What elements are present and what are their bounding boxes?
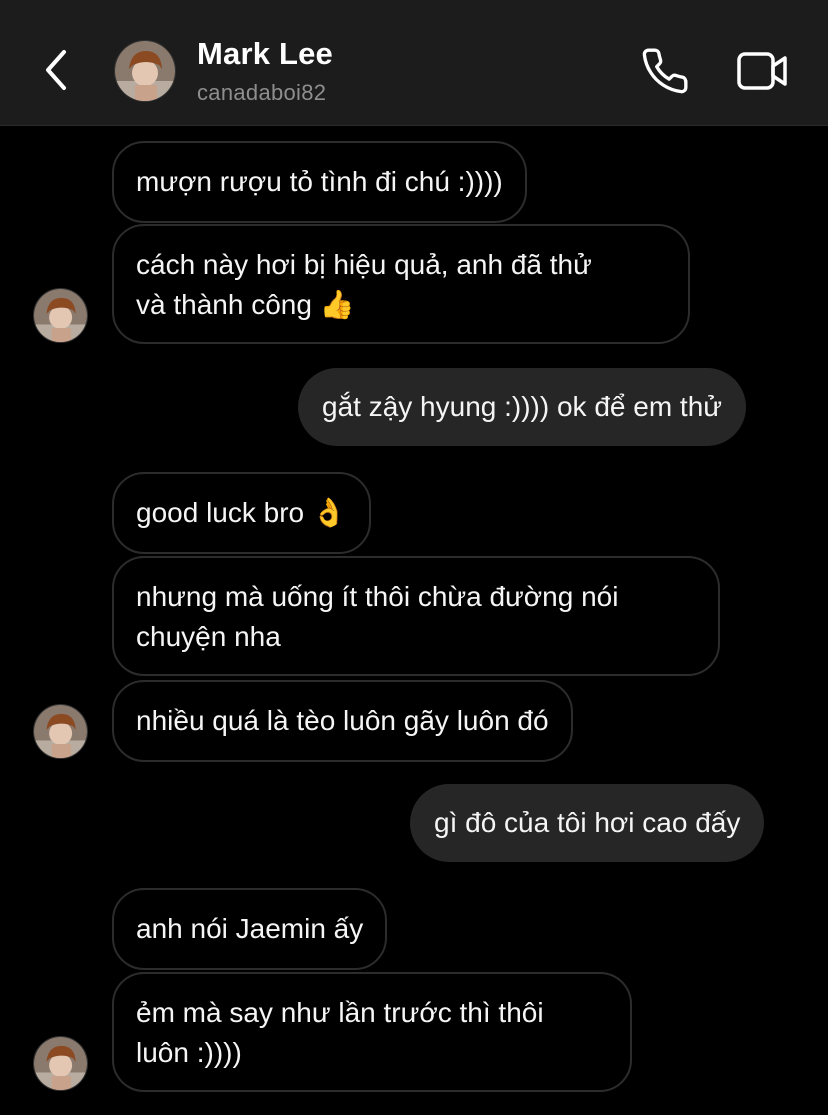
message-text: và thành công <box>136 289 312 320</box>
thumbs-up-icon: 👍 <box>319 288 355 321</box>
message-text: nhiều quá là tèo luôn gãy luôn đó <box>136 705 549 736</box>
sender-avatar[interactable] <box>33 1036 88 1091</box>
message-text: gì đô của tôi hơi cao đấy <box>434 807 741 838</box>
call-button[interactable] <box>640 46 690 96</box>
ok-hand-icon: 👌 <box>311 496 347 529</box>
header-avatar[interactable] <box>114 40 176 102</box>
contact-username: canadaboi82 <box>197 80 327 105</box>
incoming-message[interactable]: ẻm mà say như lần trước thì thôi luôn :)… <box>112 972 632 1092</box>
back-button[interactable] <box>36 46 76 94</box>
chat-header: Mark Lee canadaboi82 <box>0 0 828 126</box>
message-text: luôn :)))) <box>136 1037 242 1068</box>
incoming-message[interactable]: mượn rượu tỏ tình đi chú :)))) <box>112 141 527 223</box>
message-text: good luck bro <box>136 497 305 528</box>
outgoing-message[interactable]: gì đô của tôi hơi cao đấy <box>410 784 765 862</box>
message-text: chuyện nha <box>136 621 281 652</box>
incoming-message[interactable]: nhiều quá là tèo luôn gãy luôn đó <box>112 680 573 762</box>
message-text: cách này hơi bị hiệu quả, anh đã thử <box>136 249 592 280</box>
video-call-button[interactable] <box>735 48 791 94</box>
chevron-left-icon <box>46 50 66 90</box>
message-text: anh nói Jaemin ấy <box>136 913 364 944</box>
message-text: nhưng mà uống ít thôi chừa đường nói <box>136 581 619 612</box>
message-text: ẻm mà say như lần trước thì thôi <box>136 997 544 1028</box>
incoming-message[interactable]: good luck bro 👌 <box>112 472 371 554</box>
outgoing-message[interactable]: gắt zậy hyung :)))) ok để em thử <box>298 368 747 446</box>
phone-icon <box>642 48 688 94</box>
incoming-message[interactable]: nhưng mà uống ít thôi chừa đường nói chu… <box>112 556 720 676</box>
incoming-message[interactable]: cách này hơi bị hiệu quả, anh đã thử và … <box>112 224 690 344</box>
video-camera-icon <box>737 52 787 90</box>
message-text: mượn rượu tỏ tình đi chú :)))) <box>136 166 503 197</box>
message-text: gắt zậy hyung :)))) ok để em thử <box>322 391 723 422</box>
sender-avatar[interactable] <box>33 704 88 759</box>
sender-avatar[interactable] <box>33 288 88 343</box>
contact-name[interactable]: Mark Lee <box>197 36 333 72</box>
incoming-message[interactable]: anh nói Jaemin ấy <box>112 888 388 970</box>
